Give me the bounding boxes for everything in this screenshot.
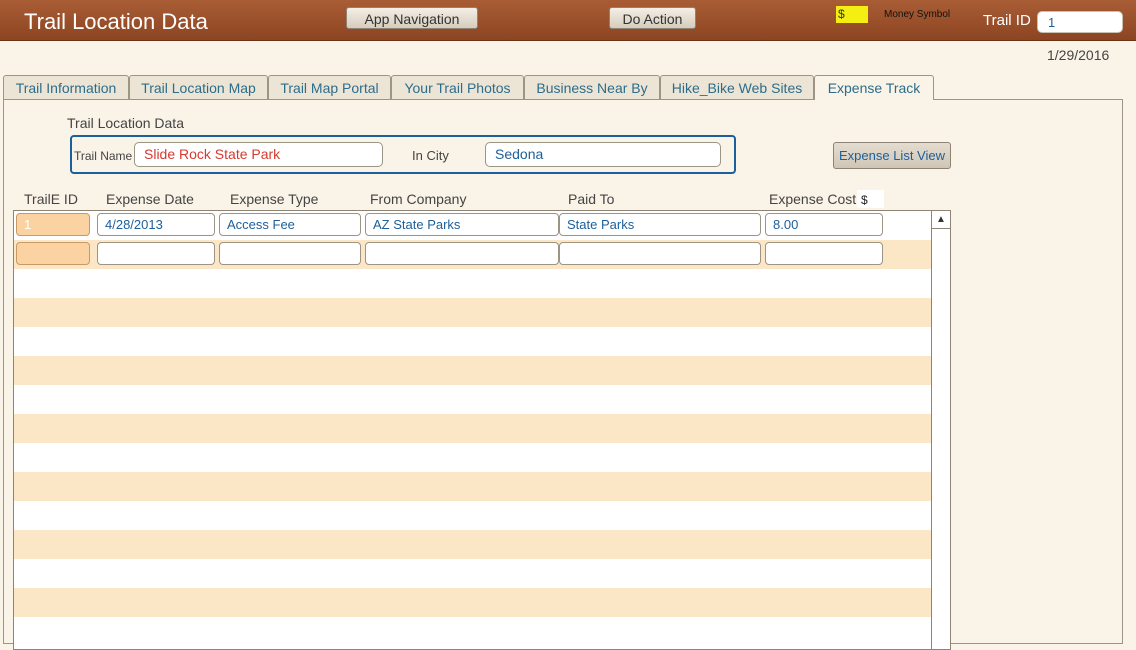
table-row xyxy=(14,472,931,501)
app-navigation-button[interactable]: App Navigation xyxy=(346,7,478,29)
table-row xyxy=(14,530,931,559)
cell-expense-type[interactable]: Access Fee xyxy=(219,213,361,236)
money-symbol-label: Money Symbol xyxy=(884,9,951,20)
table-row[interactable] xyxy=(14,240,931,269)
cell-expense-cost[interactable]: 8.00 xyxy=(765,213,883,236)
do-action-button[interactable]: Do Action xyxy=(609,7,696,29)
cell-from-company[interactable]: AZ State Parks xyxy=(365,213,559,236)
tab-expense-track[interactable]: Expense Track xyxy=(814,75,934,100)
tab-trail-location-map[interactable]: Trail Location Map xyxy=(129,75,268,99)
tab-your-trail-photos[interactable]: Your Trail Photos xyxy=(391,75,524,99)
tab-trail-map-portal[interactable]: Trail Map Portal xyxy=(268,75,391,99)
cell-expense-cost[interactable] xyxy=(765,242,883,265)
col-header-expense-cost: Expense Cost xyxy=(769,191,857,207)
cell-trail-id[interactable]: 1 xyxy=(16,213,90,236)
col-header-expense-type: Expense Type xyxy=(230,191,319,207)
cell-trail-id[interactable] xyxy=(16,242,90,265)
money-symbol-field[interactable]: $ xyxy=(836,6,868,23)
cell-paid-to[interactable]: State Parks xyxy=(559,213,761,236)
app-title: Trail Location Data xyxy=(24,9,208,34)
trail-name-label: Trail Name xyxy=(74,149,133,163)
table-row xyxy=(14,298,931,327)
trail-name-field[interactable]: Slide Rock State Park xyxy=(134,142,383,167)
city-label: In City xyxy=(412,148,449,163)
table-row xyxy=(14,414,931,443)
table-row xyxy=(14,327,931,356)
table-row xyxy=(14,356,931,385)
col-header-paid-to: Paid To xyxy=(568,191,615,207)
col-header-expense-date: Expense Date xyxy=(106,191,194,207)
tab-hike-bike-web-sites[interactable]: Hike_Bike Web Sites xyxy=(660,75,814,99)
trail-id-field[interactable]: 1 xyxy=(1037,11,1123,33)
expense-list-view-button[interactable]: Expense List View xyxy=(833,142,951,169)
section-title: Trail Location Data xyxy=(67,115,184,131)
currency-symbol: $ xyxy=(857,190,884,208)
table-row xyxy=(14,588,931,617)
tab-business-near-by[interactable]: Business Near By xyxy=(524,75,660,99)
table-row xyxy=(14,443,931,472)
current-date: 1/29/2016 xyxy=(1047,47,1110,63)
cell-expense-date[interactable]: 4/28/2013 xyxy=(97,213,215,236)
cell-paid-to[interactable] xyxy=(559,242,761,265)
col-header-trail-id: TrailE ID xyxy=(24,191,78,207)
cell-expense-type[interactable] xyxy=(219,242,361,265)
trail-id-label: Trail ID xyxy=(983,12,1031,29)
city-field[interactable]: Sedona xyxy=(485,142,721,167)
table-row xyxy=(14,559,931,588)
table-row xyxy=(14,617,931,646)
cell-expense-date[interactable] xyxy=(97,242,215,265)
cell-from-company[interactable] xyxy=(365,242,559,265)
expense-portal: 1 4/28/2013 Access Fee AZ State Parks State … xyxy=(13,210,951,650)
scroll-up-arrow-icon[interactable]: ▲ xyxy=(932,211,950,229)
table-row xyxy=(14,385,931,414)
portal-scrollbar[interactable]: ▲ xyxy=(931,211,950,649)
col-header-from-company: From Company xyxy=(370,191,467,207)
table-row xyxy=(14,501,931,530)
table-row[interactable]: 1 4/28/2013 Access Fee AZ State Parks State … xyxy=(14,211,931,240)
tab-trail-information[interactable]: Trail Information xyxy=(3,75,129,99)
table-row xyxy=(14,269,931,298)
